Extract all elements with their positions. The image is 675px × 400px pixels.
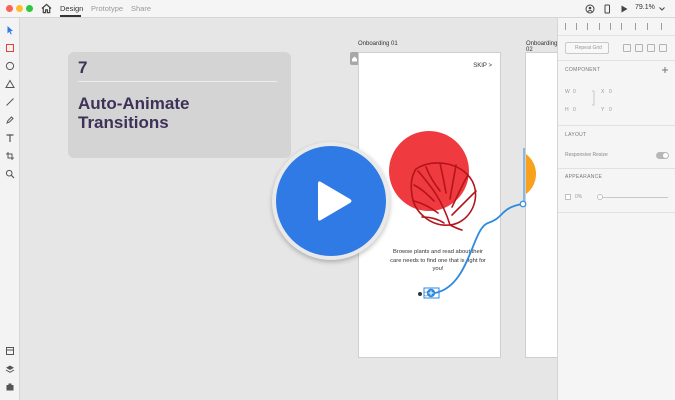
play-video-button[interactable] xyxy=(276,146,386,256)
lesson-title: Auto-Animate Transitions xyxy=(78,94,190,132)
tab-share[interactable]: Share xyxy=(131,4,151,13)
card-divider xyxy=(78,81,277,82)
top-bar: Design Prototype Share 79.1% xyxy=(0,0,675,18)
appearance-section-header: APPEARANCE xyxy=(565,174,603,180)
x-label: X xyxy=(601,89,605,95)
height-field[interactable]: 0 xyxy=(573,107,576,113)
active-tab-indicator xyxy=(60,15,81,17)
chevron-down-icon[interactable] xyxy=(658,5,666,13)
y-field[interactable]: 0 xyxy=(609,107,612,113)
distribute-horizontal-icon[interactable] xyxy=(635,23,641,30)
align-left-icon[interactable] xyxy=(565,23,571,30)
design-canvas[interactable]: 7 Auto-Animate Transitions Onboarding 01… xyxy=(20,18,557,400)
lesson-number: 7 xyxy=(78,58,88,77)
component-section-header: COMPONENT xyxy=(565,67,601,73)
tutorial-title-card: 7 Auto-Animate Transitions xyxy=(68,52,291,158)
plugins-panel-icon[interactable] xyxy=(5,382,15,392)
add-component-icon[interactable] xyxy=(661,66,669,74)
maximize-window-button[interactable] xyxy=(26,5,33,12)
play-preview-icon[interactable] xyxy=(619,4,629,14)
opacity-field[interactable]: 0% xyxy=(575,194,582,200)
property-inspector: Repeat Grid COMPONENT W 0 H 0 X 0 Y 0 LA… xyxy=(557,18,675,400)
orange-circle-shape[interactable] xyxy=(526,149,536,199)
line-tool-icon[interactable] xyxy=(5,97,15,107)
collaborators-icon[interactable] xyxy=(585,4,595,14)
layers-panel-icon[interactable] xyxy=(5,364,15,374)
exclude-boolean-icon[interactable] xyxy=(659,44,667,52)
mobile-preview-icon[interactable] xyxy=(602,4,612,14)
height-label: H xyxy=(565,107,569,113)
align-top-icon[interactable] xyxy=(599,23,605,30)
select-tool-icon[interactable] xyxy=(5,25,15,35)
subtract-boolean-icon[interactable] xyxy=(635,44,643,52)
home-icon[interactable] xyxy=(41,3,52,14)
layout-section-header: LAYOUT xyxy=(565,132,587,138)
tab-design[interactable]: Design xyxy=(60,4,83,13)
assets-panel-icon[interactable] xyxy=(5,346,15,356)
page-indicator-dots[interactable] xyxy=(417,290,439,298)
align-toolbar xyxy=(558,18,675,36)
close-window-button[interactable] xyxy=(6,5,13,12)
panel-divider xyxy=(558,125,675,126)
monstera-leaf-icon[interactable] xyxy=(404,155,484,231)
more-align-icon[interactable] xyxy=(661,23,667,30)
width-field[interactable]: 0 xyxy=(573,89,576,95)
tab-prototype[interactable]: Prototype xyxy=(91,4,123,13)
intersect-boolean-icon[interactable] xyxy=(647,44,655,52)
opacity-slider-track[interactable] xyxy=(598,197,668,198)
x-field[interactable]: 0 xyxy=(609,89,612,95)
artboard-label-onboarding-01[interactable]: Onboarding 01 xyxy=(358,41,398,47)
opacity-checkbox[interactable] xyxy=(565,194,571,200)
pen-tool-icon[interactable] xyxy=(5,115,15,125)
text-tool-icon[interactable] xyxy=(5,133,15,143)
tool-bar xyxy=(0,18,20,400)
zoom-level[interactable]: 79.1% xyxy=(635,4,655,11)
align-center-horizontal-icon[interactable] xyxy=(576,23,582,30)
width-label: W xyxy=(565,89,570,95)
onboarding-description[interactable]: Browse plants and read about their care … xyxy=(389,248,487,274)
opacity-slider-handle[interactable] xyxy=(597,194,603,200)
panel-divider xyxy=(558,60,675,61)
distribute-vertical-icon[interactable] xyxy=(647,23,653,30)
rectangle-tool-icon[interactable] xyxy=(5,43,15,53)
align-bottom-icon[interactable] xyxy=(621,23,627,30)
add-boolean-icon[interactable] xyxy=(623,44,631,52)
ellipse-tool-icon[interactable] xyxy=(5,61,15,71)
responsive-resize-label: Responsive Resize xyxy=(565,152,608,158)
minimize-window-button[interactable] xyxy=(16,5,23,12)
panel-divider xyxy=(558,168,675,169)
artboard-onboarding-02[interactable] xyxy=(525,52,557,358)
skip-link[interactable]: SKIP > xyxy=(473,63,492,69)
polygon-tool-icon[interactable] xyxy=(5,79,15,89)
responsive-resize-toggle[interactable] xyxy=(656,152,669,159)
align-middle-icon[interactable] xyxy=(610,23,616,30)
play-icon xyxy=(318,181,352,221)
panel-divider xyxy=(558,212,675,213)
y-label: Y xyxy=(601,107,605,113)
artboard-tool-icon[interactable] xyxy=(5,151,15,161)
lock-aspect-icon[interactable] xyxy=(591,88,597,108)
zoom-tool-icon[interactable] xyxy=(5,169,15,179)
repeat-grid-button[interactable]: Repeat Grid xyxy=(565,42,609,54)
align-right-icon[interactable] xyxy=(587,23,593,30)
